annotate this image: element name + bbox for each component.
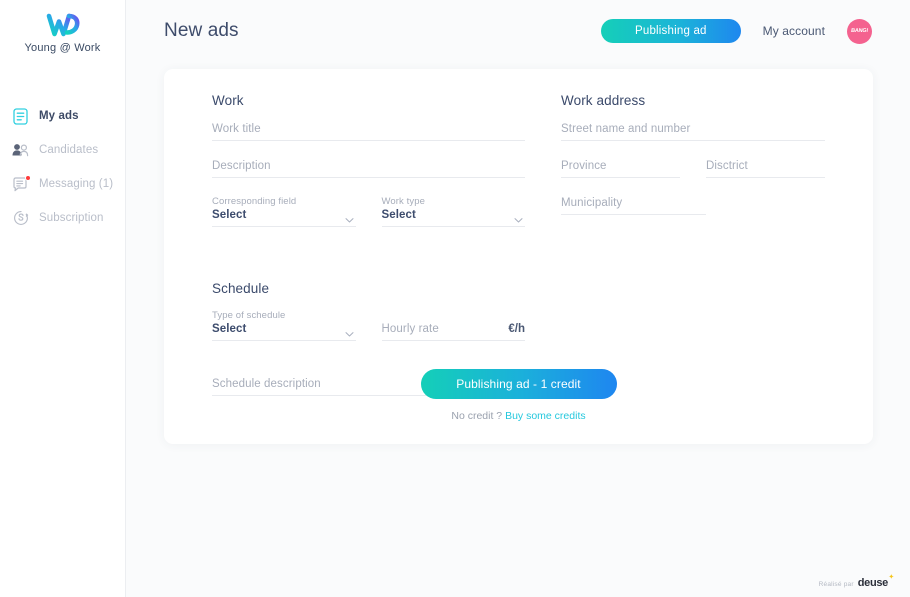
corresponding-field-value: Select	[212, 209, 247, 221]
work-title-placeholder: Work title	[212, 123, 261, 135]
district-field[interactable]: Disctrict	[706, 159, 825, 178]
publish-ad-credit-button[interactable]: Publishing ad - 1 credit	[420, 369, 617, 399]
star-icon: ✦	[888, 574, 894, 581]
section-title-work-address: Work address	[561, 93, 646, 108]
credit-prefix: No credit ?	[451, 410, 503, 422]
main-area: New ads Publishing ad My account BANG! W…	[126, 0, 910, 597]
chevron-down-icon	[514, 212, 523, 223]
topbar: New ads Publishing ad My account BANG!	[126, 0, 910, 62]
work-description-placeholder: Description	[212, 160, 271, 172]
hourly-rate-placeholder: Hourly rate	[381, 323, 439, 335]
form-column-right: Work address Street name and number Prov…	[561, 93, 825, 414]
corresponding-field-select[interactable]: Corresponding field Select	[212, 196, 356, 227]
work-type-value: Select	[381, 209, 416, 221]
schedule-type-label: Type of schedule	[212, 310, 286, 321]
form-column-left: Work Work title Description Correspondin…	[212, 93, 525, 414]
brand: Young @ Work	[0, 0, 125, 54]
work-type-select[interactable]: Work type Select	[381, 196, 525, 227]
message-icon	[12, 174, 31, 193]
hourly-rate-suffix: €/h	[508, 323, 525, 335]
topbar-actions: Publishing ad My account BANG!	[600, 18, 872, 44]
work-description-field[interactable]: Description	[212, 159, 525, 178]
notification-badge-dot	[25, 174, 31, 181]
work-title-field[interactable]: Work title	[212, 122, 525, 141]
address-row: Province Disctrict	[561, 159, 825, 196]
card-footer: Publishing ad - 1 credit No credit ? Buy…	[164, 369, 873, 422]
section-title-schedule: Schedule	[212, 281, 270, 296]
users-icon	[12, 142, 29, 159]
page-title: New ads	[164, 20, 239, 41]
hourly-rate-field[interactable]: Hourly rate €/h	[381, 322, 525, 341]
sidebar-item-candidates[interactable]: Candidates	[0, 133, 125, 167]
app-root: Young @ Work My ads Candidates Messaging…	[0, 0, 910, 597]
municipality-placeholder: Municipality	[561, 197, 623, 209]
brand-name: Young @ Work	[24, 42, 101, 54]
sidebar-item-label: My ads	[39, 110, 79, 122]
work-selects-row: Corresponding field Select Work type Sel…	[212, 196, 525, 245]
page-footer: Réalisé par deuse ✦	[818, 574, 895, 589]
w-logo-icon	[0, 10, 125, 40]
sidebar-item-messaging[interactable]: Messaging (1)	[0, 167, 125, 201]
credit-line: No credit ? Buy some credits	[451, 410, 585, 422]
my-account-link[interactable]: My account	[763, 24, 825, 38]
chevron-down-icon	[345, 212, 354, 223]
footer-brand-name: deuse	[857, 577, 889, 589]
footer-brand[interactable]: deuse ✦	[857, 574, 895, 589]
new-ad-form-card: Work Work title Description Correspondin…	[164, 69, 873, 444]
footer-made-by: Réalisé par	[818, 581, 854, 588]
sidebar: Young @ Work My ads Candidates Messaging…	[0, 0, 126, 597]
section-title-work: Work	[212, 93, 244, 108]
sidebar-item-label: Subscription	[39, 212, 104, 224]
buy-credits-link[interactable]: Buy some credits	[505, 410, 586, 422]
street-placeholder: Street name and number	[561, 123, 691, 135]
work-type-label: Work type	[381, 196, 425, 207]
province-placeholder: Province	[561, 160, 607, 172]
sidebar-item-label: Messaging (1)	[39, 178, 114, 190]
avatar-label: BANG!	[850, 28, 869, 34]
publish-ad-button[interactable]: Publishing ad	[600, 19, 741, 43]
street-field[interactable]: Street name and number	[561, 122, 825, 141]
municipality-field[interactable]: Municipality	[561, 196, 706, 215]
document-icon	[12, 107, 29, 125]
sidebar-item-my-ads[interactable]: My ads	[0, 99, 125, 133]
sidebar-item-subscription[interactable]: Subscription	[0, 201, 125, 235]
district-placeholder: Disctrict	[706, 160, 748, 172]
sidebar-item-label: Candidates	[39, 144, 99, 156]
schedule-row: Type of schedule Select Hourly rate €/h	[212, 310, 525, 359]
province-field[interactable]: Province	[561, 159, 680, 178]
avatar[interactable]: BANG!	[847, 18, 872, 44]
schedule-type-select[interactable]: Type of schedule Select	[212, 310, 356, 341]
schedule-type-value: Select	[212, 323, 247, 335]
chevron-down-icon	[345, 326, 354, 337]
refresh-s-icon	[12, 210, 29, 227]
sidebar-nav: My ads Candidates Messaging (1) Subscrip…	[0, 99, 125, 235]
corresponding-field-label: Corresponding field	[212, 196, 297, 207]
